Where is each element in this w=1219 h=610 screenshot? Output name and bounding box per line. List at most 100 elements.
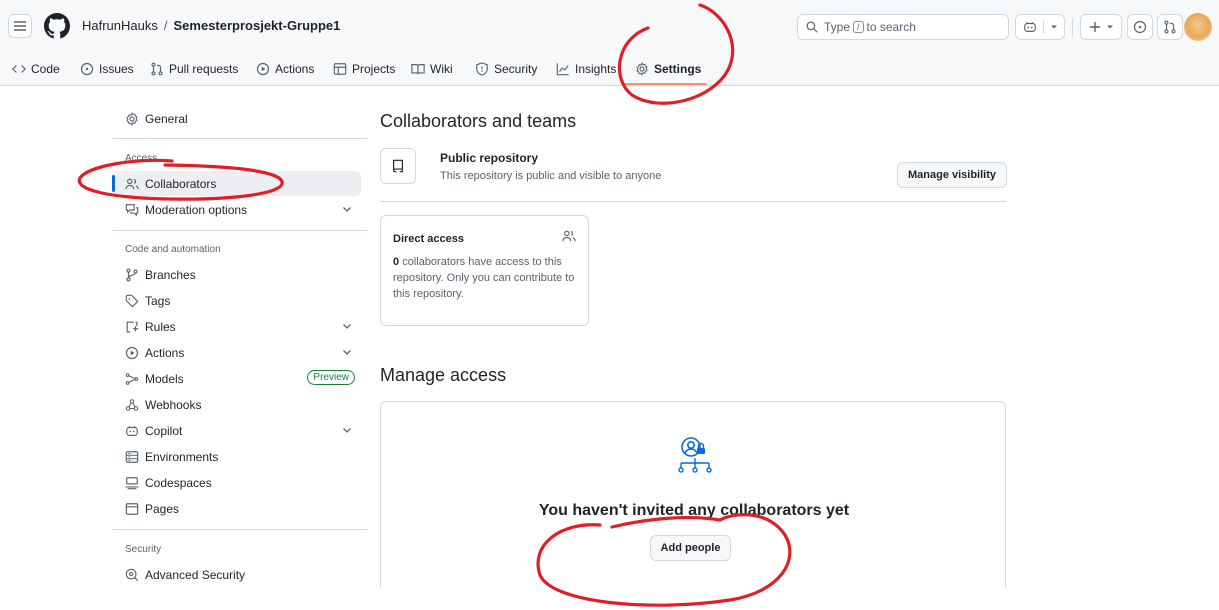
sidebar-item-moderation[interactable]: Moderation options (113, 197, 361, 222)
sidebar-item-copilot[interactable]: Copilot (113, 418, 361, 443)
sidebar-item-label: Actions (145, 345, 185, 360)
pull-requests-button[interactable] (1157, 14, 1183, 40)
sidebar-item-codespaces[interactable]: Codespaces (113, 470, 361, 495)
tab-actions[interactable]: Actions (256, 58, 314, 80)
search-icon (806, 21, 818, 33)
hamburger-icon (14, 21, 26, 31)
branch-icon (126, 268, 138, 281)
sidebar-item-general[interactable]: General (113, 106, 361, 131)
sidebar-item-environments[interactable]: Environments (113, 444, 361, 469)
copilot-icon (1023, 22, 1036, 32)
create-new-button[interactable] (1080, 14, 1122, 40)
search-input[interactable]: Type / to search (797, 14, 1009, 40)
public-repository-title: Public repository (440, 151, 539, 165)
webhook-icon (125, 398, 139, 411)
tab-settings[interactable]: Settings (635, 58, 701, 80)
sidebar-item-rules[interactable]: Rules (113, 314, 361, 339)
tab-label: Wiki (430, 62, 453, 76)
person-lock-network-icon (678, 437, 712, 473)
codescan-icon (125, 568, 139, 581)
tab-issues[interactable]: Issues (80, 58, 134, 80)
header-divider (1072, 18, 1073, 36)
search-shortcut-key: / (853, 21, 864, 33)
sidebar-item-actions[interactable]: Actions (113, 340, 361, 365)
tab-label: Pull requests (169, 62, 239, 76)
menu-button[interactable] (8, 14, 32, 38)
tab-pull-requests[interactable]: Pull requests (150, 58, 238, 80)
direct-access-card: Direct access 0 collaborators have acces… (380, 215, 589, 326)
user-avatar[interactable] (1184, 13, 1212, 41)
sidebar-item-branches[interactable]: Branches (113, 262, 361, 287)
server-icon (125, 450, 139, 463)
sidebar-item-collaborators[interactable]: Collaborators (112, 171, 361, 196)
add-people-button[interactable]: Add people (650, 535, 731, 561)
repo-rules-icon (126, 321, 139, 332)
tab-security[interactable]: Security (475, 58, 537, 80)
collaborators-heading: Collaborators and teams (380, 111, 577, 131)
issue-icon (80, 62, 94, 76)
direct-access-text: 0 collaborators have access to this repo… (393, 254, 583, 302)
repo-nav-tabs: Code Issues Pull requests Actions Projec… (0, 52, 1219, 86)
people-icon (562, 230, 576, 242)
tab-projects[interactable]: Projects (333, 58, 395, 80)
sidebar-item-label: Tags (145, 293, 171, 308)
copilot-icon (126, 425, 138, 436)
breadcrumb: HafrunHauks / Semesterprosjekt-Gruppe1 (82, 18, 340, 33)
tab-label: Projects (352, 62, 396, 76)
issue-opened-icon (1133, 20, 1147, 34)
repo-icon (393, 159, 403, 173)
sidebar-divider (113, 529, 367, 530)
sidebar-item-label: Copilot (145, 423, 183, 438)
play-icon (256, 62, 270, 76)
sidebar-divider (113, 230, 367, 231)
sidebar-item-label: Rules (145, 319, 176, 334)
top-header: HafrunHauks / Semesterprosjekt-Gruppe1 Typ… (0, 0, 1219, 52)
tab-wiki[interactable]: Wiki (411, 58, 453, 80)
tab-insights[interactable]: Insights (556, 58, 616, 80)
tab-label: Actions (275, 62, 315, 76)
models-icon (125, 372, 139, 385)
sidebar-item-pages[interactable]: Pages (113, 496, 361, 521)
people-icon (125, 178, 139, 189)
pull-request-icon (151, 62, 163, 76)
play-icon (125, 346, 139, 359)
tag-icon (125, 294, 139, 307)
github-logo-icon[interactable] (44, 13, 70, 39)
repo-link[interactable]: Semesterprosjekt-Gruppe1 (174, 18, 341, 33)
chevron-down-icon (1106, 25, 1113, 29)
sidebar-item-tags[interactable]: Tags (113, 288, 361, 313)
sidebar-item-label: Models (145, 371, 184, 386)
tab-label: Code (31, 62, 60, 76)
tab-label: Settings (654, 62, 702, 76)
owner-link[interactable]: HafrunHauks (82, 18, 158, 33)
direct-access-description: collaborators have access to this reposi… (393, 256, 575, 300)
pull-request-icon (1164, 20, 1176, 34)
sidebar-heading-security: Security (125, 544, 162, 555)
tab-code[interactable]: Code (12, 58, 60, 80)
public-repository-desc: This repository is public and visible to… (440, 170, 662, 182)
sidebar-item-advanced-security[interactable]: Advanced Security (113, 562, 361, 587)
gear-icon (636, 62, 648, 76)
table-icon (333, 63, 347, 75)
sidebar-item-models[interactable]: Models Preview (113, 366, 361, 391)
tab-label: Security (494, 62, 538, 76)
copilot-button[interactable] (1015, 14, 1065, 40)
sidebar-item-label: Moderation options (145, 202, 248, 217)
sidebar-item-label: Codespaces (145, 475, 212, 490)
sidebar-item-label: General (145, 111, 188, 126)
sidebar-item-webhooks[interactable]: Webhooks (113, 392, 361, 417)
chevron-down-icon (343, 428, 351, 433)
breadcrumb-separator: / (163, 18, 168, 33)
active-tab-underline (623, 83, 707, 85)
shield-icon (476, 62, 488, 76)
sidebar-item-label: Collaborators (145, 176, 217, 191)
plus-icon (1089, 22, 1100, 32)
sidebar-heading-access: Access (125, 153, 158, 164)
collaborator-count: 0 (393, 256, 400, 268)
sidebar-heading-code-automation: Code and automation (125, 244, 221, 255)
manage-visibility-button[interactable]: Manage visibility (897, 162, 1007, 188)
issues-button[interactable] (1127, 14, 1153, 40)
chevron-down-icon (1050, 25, 1057, 29)
chevron-down-icon (343, 324, 351, 329)
browser-icon (125, 502, 139, 515)
